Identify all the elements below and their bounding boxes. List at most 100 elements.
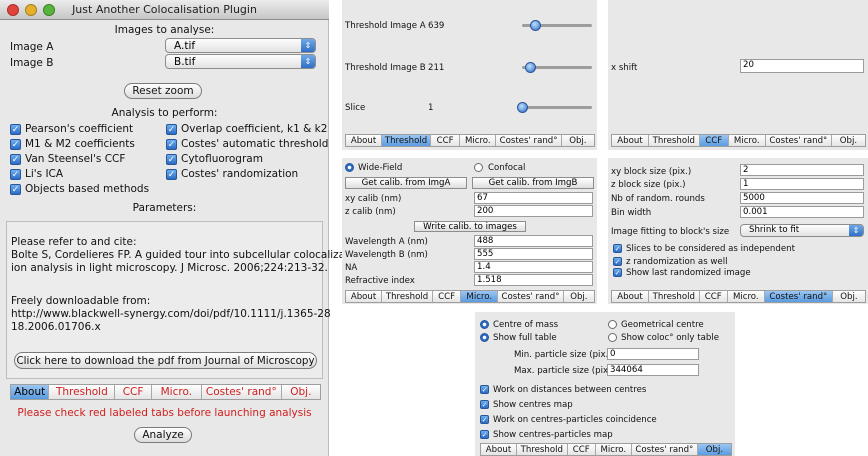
image-a-select[interactable]: A.tif ⇕ <box>165 38 316 53</box>
tab-about[interactable]: About <box>11 385 50 399</box>
widefield-label: Wide-Field <box>358 163 403 173</box>
confocal-radio[interactable] <box>474 163 483 172</box>
slice-slider[interactable] <box>517 102 592 113</box>
geometrical-centre-radio[interactable] <box>608 320 617 329</box>
tab-micro[interactable]: Micro. <box>461 291 499 302</box>
tab-threshold[interactable]: Threshold <box>49 385 116 399</box>
pearson-checkbox[interactable]: ✓ <box>10 124 21 135</box>
tab-ccf[interactable]: CCF <box>699 135 729 146</box>
tab-threshold[interactable]: Threshold <box>649 291 700 302</box>
coloc-table-radio[interactable] <box>608 333 617 342</box>
image-a-value: A.tif <box>174 40 196 52</box>
threshold-b-slider[interactable] <box>522 62 592 73</box>
tab-ccf[interactable]: CCF <box>700 291 728 302</box>
slider-knob[interactable] <box>525 62 536 73</box>
geometrical-centre-label: Geometrical centre <box>621 320 704 330</box>
m1m2-checkbox[interactable]: ✓ <box>10 139 21 150</box>
ccf-panel-tabs: About Threshold CCF Micro. Costes' rand°… <box>611 134 866 147</box>
image-fitting-select[interactable]: Shrink to fit ⇕ <box>740 224 864 237</box>
x-shift-field[interactable]: 20 <box>740 59 864 73</box>
tab-about[interactable]: About <box>612 291 649 302</box>
cytofluorogram-checkbox[interactable]: ✓ <box>166 154 177 165</box>
na-field[interactable]: 1.4 <box>474 261 593 273</box>
max-size-label: Max. particle size (pix.) <box>514 366 615 376</box>
full-table-radio[interactable] <box>480 333 489 342</box>
objects-checkbox[interactable]: ✓ <box>10 184 21 195</box>
tab-micro[interactable]: Micro. <box>729 135 766 146</box>
slice-value: 1 <box>428 103 434 113</box>
tab-obj[interactable]: Obj. <box>697 444 731 455</box>
tab-threshold[interactable]: Threshold <box>649 135 700 146</box>
tab-about[interactable]: About <box>481 444 517 455</box>
xy-block-field[interactable]: 2 <box>740 164 864 176</box>
tab-micro[interactable]: Micro. <box>152 385 202 399</box>
citation-line: Freely downloadable from: <box>11 295 151 307</box>
wavelength-a-field[interactable]: 488 <box>474 235 593 247</box>
z-calib-field[interactable]: 200 <box>474 205 593 217</box>
image-b-select[interactable]: B.tif ⇕ <box>165 54 316 69</box>
min-size-field[interactable]: 0 <box>607 348 699 360</box>
tab-about[interactable]: About <box>346 135 383 146</box>
tab-costes-rand[interactable]: Costes' rand° <box>766 135 832 146</box>
tab-ccf[interactable]: CCF <box>431 135 461 146</box>
tab-threshold[interactable]: Threshold <box>382 135 431 146</box>
distances-checkbox[interactable]: ✓ <box>480 385 489 394</box>
tab-costes-rand[interactable]: Costes' rand° <box>632 444 698 455</box>
slider-knob[interactable] <box>530 20 541 31</box>
tab-obj[interactable]: Obj. <box>832 135 865 146</box>
costes-threshold-checkbox[interactable]: ✓ <box>166 139 177 150</box>
threshold-a-slider[interactable] <box>522 20 592 31</box>
tab-ccf[interactable]: CCF <box>433 291 462 302</box>
coincidence-checkbox[interactable]: ✓ <box>480 415 489 424</box>
wavelength-b-field[interactable]: 555 <box>474 248 593 260</box>
costes-panel: xy block size (pix.) 2 z block size (pix… <box>608 158 868 304</box>
costes-randomization-checkbox[interactable]: ✓ <box>166 169 177 180</box>
tab-obj[interactable]: Obj. <box>282 385 320 399</box>
calib-from-b-button[interactable]: Get calib. from ImgB <box>472 177 594 189</box>
random-rounds-field[interactable]: 5000 <box>740 192 864 204</box>
ica-checkbox[interactable]: ✓ <box>10 169 21 180</box>
tab-obj[interactable]: Obj. <box>833 291 865 302</box>
tab-ccf[interactable]: CCF <box>568 444 596 455</box>
distances-label: Work on distances between centres <box>493 385 647 395</box>
tab-obj[interactable]: Obj. <box>562 135 594 146</box>
reset-zoom-button[interactable]: Reset zoom <box>124 83 202 99</box>
tab-micro[interactable]: Micro. <box>596 444 632 455</box>
cytofluorogram-label: Cytofluorogram <box>181 153 263 165</box>
ccf-checkbox[interactable]: ✓ <box>10 154 21 165</box>
select-arrows-icon: ⇕ <box>301 55 315 68</box>
write-calib-button[interactable]: Write calib. to images <box>414 221 526 232</box>
widefield-radio[interactable] <box>345 163 354 172</box>
show-randomized-checkbox[interactable]: ✓ <box>613 268 622 277</box>
centre-of-mass-radio[interactable] <box>480 320 489 329</box>
tab-threshold[interactable]: Threshold <box>382 291 433 302</box>
tab-costes-rand[interactable]: Costes' rand° <box>202 385 282 399</box>
xy-calib-field[interactable]: 67 <box>474 192 593 204</box>
tab-micro[interactable]: Micro. <box>728 291 765 302</box>
ccf-panel: x shift 20 About Threshold CCF Micro. Co… <box>608 0 868 150</box>
tab-costes-rand[interactable]: Costes' rand° <box>498 291 564 302</box>
tab-ccf[interactable]: CCF <box>115 385 152 399</box>
coincidence-label: Work on centres-particles coincidence <box>493 415 657 425</box>
analyze-button[interactable]: Analyze <box>134 427 192 443</box>
refractive-index-field[interactable]: 1.518 <box>474 274 593 286</box>
tab-obj[interactable]: Obj. <box>564 291 594 302</box>
tab-about[interactable]: About <box>346 291 383 302</box>
max-size-field[interactable]: 344064 <box>607 364 699 376</box>
download-pdf-button[interactable]: Click here to download the pdf from Jour… <box>14 352 317 369</box>
z-randomization-checkbox[interactable]: ✓ <box>613 257 622 266</box>
tab-costes-rand[interactable]: Costes' rand° <box>496 135 562 146</box>
calib-from-a-button[interactable]: Get calib. from ImgA <box>345 177 467 189</box>
bin-width-field[interactable]: 0.001 <box>740 206 864 218</box>
slider-knob[interactable] <box>517 102 528 113</box>
coloc-table-label: Show coloc° only table <box>621 333 719 343</box>
tab-micro[interactable]: Micro. <box>460 135 497 146</box>
tab-costes-rand[interactable]: Costes' rand° <box>764 291 833 302</box>
tab-threshold[interactable]: Threshold <box>517 444 568 455</box>
particles-map-checkbox[interactable]: ✓ <box>480 430 489 439</box>
overlap-checkbox[interactable]: ✓ <box>166 124 177 135</box>
tab-about[interactable]: About <box>612 135 649 146</box>
centres-map-checkbox[interactable]: ✓ <box>480 400 489 409</box>
z-block-field[interactable]: 1 <box>740 178 864 190</box>
slices-independent-checkbox[interactable]: ✓ <box>613 244 622 253</box>
